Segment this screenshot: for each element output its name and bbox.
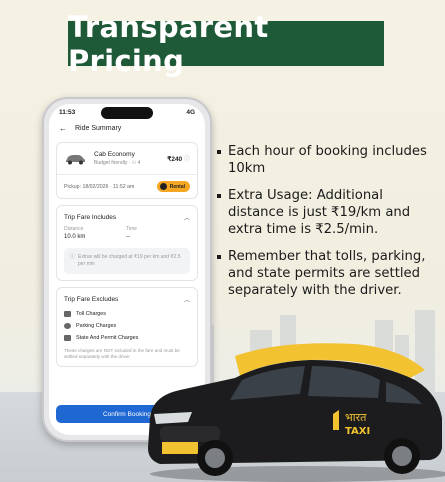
extras-note-text: Extras will be charged at ₹19 per km and… [78,254,181,267]
rental-label: Rental [169,183,185,190]
includes-card: Trip Fare Includes ︿ Distance 10.0 km Ti… [56,205,198,281]
clock-icon [159,183,167,190]
includes-header[interactable]: Trip Fare Includes ︿ [57,206,197,226]
bullet-item: Extra Usage: Additional distance is just… [217,187,441,238]
time-value: -- [126,234,130,240]
permit-icon [64,335,71,341]
exclude-label: State And Permit Charges [76,335,139,341]
ride-name: Cab Economy [94,151,135,158]
app-title: Ride Summary [75,124,122,132]
exclude-label: Parking Charges [76,323,117,329]
distance-value: 10.0 km [64,234,86,240]
ride-row[interactable]: Cab Economy Budget friendly · ⚇ 4 ₹240 ⓘ [57,143,197,175]
bullet-item: Each hour of booking includes 10km [217,143,441,177]
rental-badge: Rental [156,181,190,192]
status-time: 11:53 [59,108,76,116]
ride-subtitle: Budget friendly · ⚇ 4 [94,160,141,166]
distance-label: Distance [64,226,84,232]
app-bar: ← Ride Summary [49,120,205,136]
car-brand-hindi: भारत [345,411,367,424]
excludes-header[interactable]: Trip Fare Excludes ︿ [57,288,197,308]
taxi-car-image: भारत TAXI [148,343,445,482]
pickup-text: Pickup: 18/02/2026 · 11:52 am [64,183,135,190]
chevron-up-icon[interactable]: ︿ [184,213,190,222]
toll-icon [64,311,71,317]
parking-icon [64,323,71,329]
car-icon [66,154,85,164]
pickup-row: Pickup: 18/02/2026 · 11:52 am Rental [57,175,197,198]
extras-note: ⓘ Extras will be charged at ₹19 per km a… [64,248,190,274]
bullet-item: Remember that tolls, parking, and state … [217,248,441,299]
includes-values: Distance 10.0 km Time -- [57,226,197,240]
exclude-label: Toll Charges [76,311,106,317]
pricing-bullets: Each hour of booking includes 10km Extra… [217,143,441,309]
ride-price: ₹240 [167,156,183,163]
car-brand-english: TAXI [345,426,370,437]
page-title: Transparent Pricing [68,9,269,78]
page-title-banner: Transparent Pricing [68,10,384,78]
ride-card: Cab Economy Budget friendly · ⚇ 4 ₹240 ⓘ… [56,142,198,199]
status-network: 4G [186,108,195,116]
excludes-title: Trip Fare Excludes [64,296,119,303]
chevron-up-icon[interactable]: ︿ [184,295,190,304]
phone-notch [101,107,153,119]
back-arrow-icon[interactable]: ← [59,124,67,133]
includes-title: Trip Fare Includes [64,214,117,221]
time-label: Time [126,226,137,232]
info-icon[interactable]: ⓘ [184,157,190,163]
info-icon: ⓘ [70,254,76,260]
